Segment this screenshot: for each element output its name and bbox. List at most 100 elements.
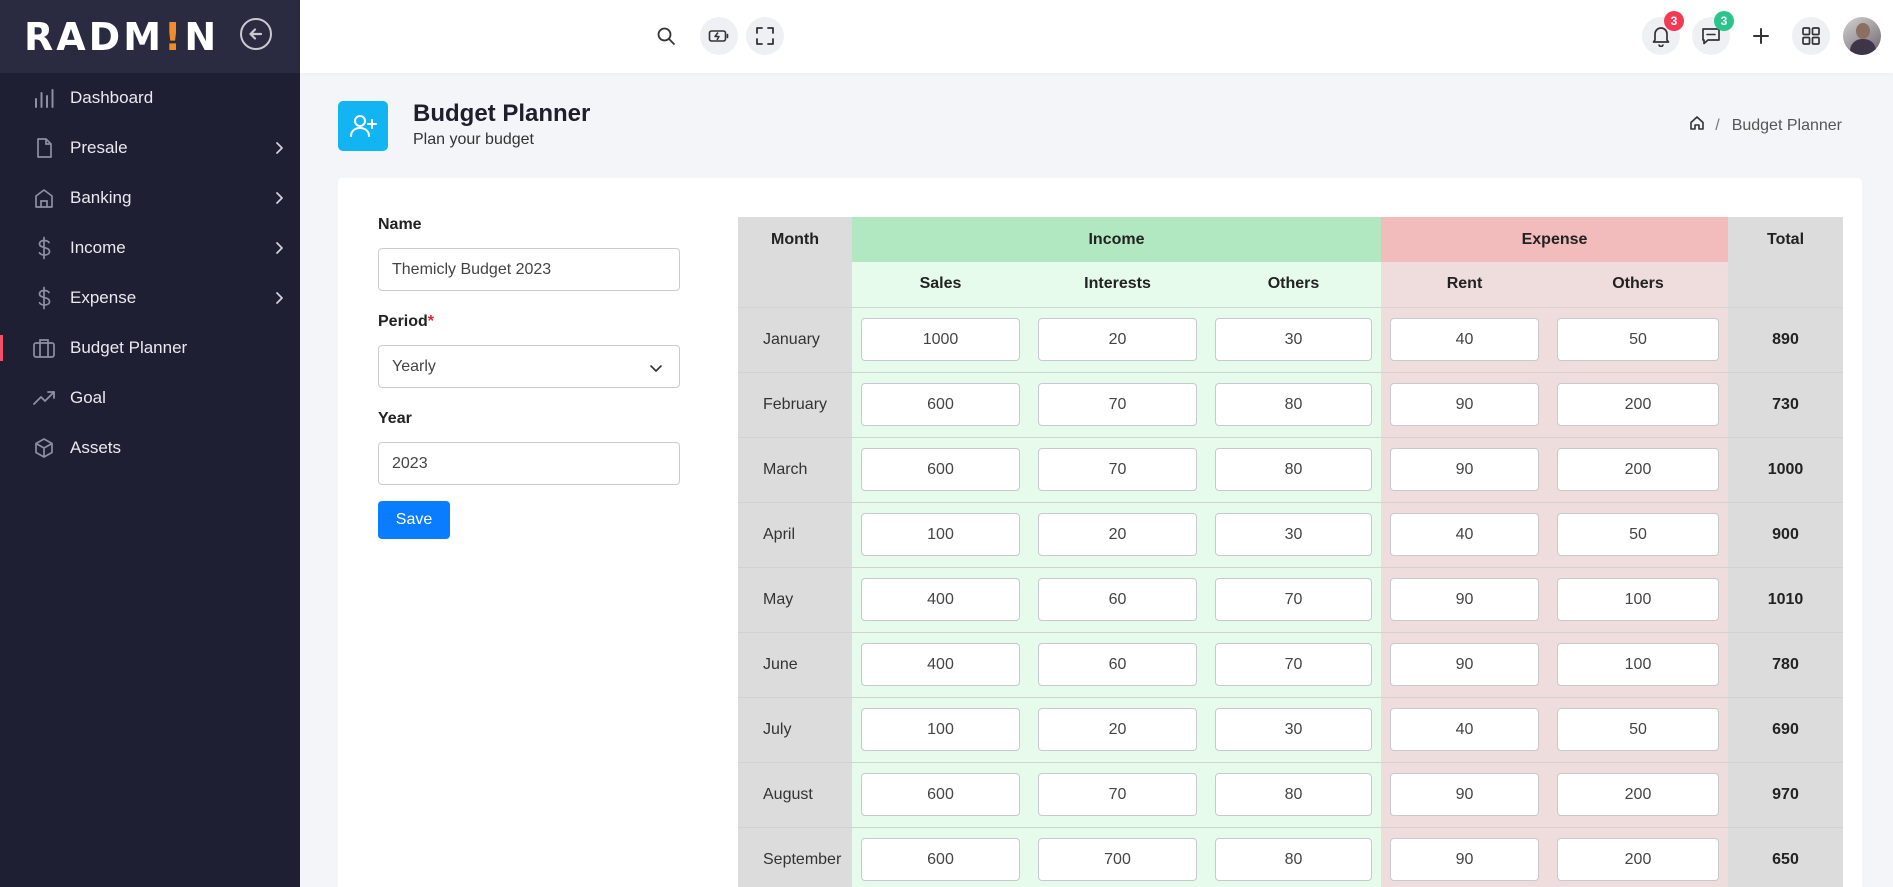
interests-input[interactable]: 70 — [1038, 773, 1197, 816]
rent-cell: 90 — [1381, 372, 1548, 438]
income-others-input[interactable]: 30 — [1215, 318, 1372, 361]
expense-others-input[interactable]: 100 — [1557, 643, 1719, 686]
sales-cell: 600 — [852, 762, 1029, 828]
interests-cell: 60 — [1029, 632, 1206, 698]
budget-table-body: January 1000 20 30 40 50 890 February 600 70 80 90 2… — [738, 307, 1843, 887]
sidebar-item-dashboard[interactable]: Dashboard — [0, 73, 300, 123]
budget-table: Month Income Expense Total Sales Interes… — [738, 217, 1843, 887]
rent-input[interactable]: 90 — [1390, 383, 1539, 426]
rent-input[interactable]: 90 — [1390, 578, 1539, 621]
income-others-input[interactable]: 30 — [1215, 513, 1372, 556]
period-label: Period* — [378, 313, 435, 330]
table-row: August 600 70 80 90 200 970 — [738, 762, 1843, 828]
income-others-input[interactable]: 80 — [1215, 838, 1372, 881]
income-others-input[interactable]: 80 — [1215, 383, 1372, 426]
sidebar-item-expense[interactable]: Expense — [0, 273, 300, 323]
income-others-input[interactable]: 70 — [1215, 643, 1372, 686]
expense-others-input[interactable]: 50 — [1557, 513, 1719, 556]
bar-chart-icon — [30, 84, 58, 112]
total-cell: 1010 — [1728, 567, 1843, 633]
year-input[interactable]: 2023 — [378, 442, 680, 485]
dollar-icon — [30, 234, 58, 262]
header-sales: Sales — [852, 262, 1029, 308]
messages-button[interactable]: 3 — [1692, 11, 1734, 55]
header-month-blank — [738, 262, 852, 308]
income-others-input[interactable]: 30 — [1215, 708, 1372, 751]
interests-input[interactable]: 700 — [1038, 838, 1197, 881]
expense-others-input[interactable]: 50 — [1557, 708, 1719, 751]
name-label: Name — [378, 216, 422, 233]
sales-input[interactable]: 100 — [861, 513, 1020, 556]
interests-input[interactable]: 20 — [1038, 513, 1197, 556]
battery-button[interactable] — [700, 17, 738, 55]
sidebar-item-assets[interactable]: Assets — [0, 423, 300, 473]
sales-input[interactable]: 100 — [861, 708, 1020, 751]
search-icon — [657, 27, 675, 45]
rent-input[interactable]: 90 — [1390, 448, 1539, 491]
sidebar-item-income[interactable]: Income — [0, 223, 300, 273]
interests-input[interactable]: 20 — [1038, 708, 1197, 751]
user-avatar[interactable] — [1843, 17, 1881, 55]
expense-others-input[interactable]: 200 — [1557, 773, 1719, 816]
sales-input[interactable]: 600 — [861, 838, 1020, 881]
income-others-input[interactable]: 80 — [1215, 773, 1372, 816]
sidebar-item-label: Banking — [70, 188, 132, 207]
rent-input[interactable]: 40 — [1390, 318, 1539, 361]
expense-others-input[interactable]: 50 — [1557, 318, 1719, 361]
interests-input[interactable]: 20 — [1038, 318, 1197, 361]
expense-others-input[interactable]: 200 — [1557, 383, 1719, 426]
income-others-input[interactable]: 70 — [1215, 578, 1372, 621]
sales-input[interactable]: 400 — [861, 578, 1020, 621]
sales-input[interactable]: 600 — [861, 448, 1020, 491]
table-row: July 100 20 30 40 50 690 — [738, 697, 1843, 763]
expense-others-cell: 50 — [1548, 502, 1728, 568]
sales-input[interactable]: 600 — [861, 773, 1020, 816]
total-cell: 690 — [1728, 697, 1843, 763]
expense-others-input[interactable]: 200 — [1557, 448, 1719, 491]
sidebar-item-presale[interactable]: Presale — [0, 123, 300, 173]
interests-input[interactable]: 60 — [1038, 578, 1197, 621]
sidebar-item-label: Assets — [70, 438, 122, 457]
sidebar-nav: Dashboard Presale Banking Income Expense Budg… — [0, 73, 300, 473]
sidebar-collapse-button[interactable] — [240, 18, 272, 50]
rent-input[interactable]: 90 — [1390, 643, 1539, 686]
sales-input[interactable]: 1000 — [861, 318, 1020, 361]
interests-input[interactable]: 70 — [1038, 448, 1197, 491]
rent-input[interactable]: 40 — [1390, 708, 1539, 751]
add-button[interactable] — [1742, 17, 1780, 55]
total-cell: 970 — [1728, 762, 1843, 828]
breadcrumb-current: Budget Planner — [1731, 116, 1842, 134]
required-marker: * — [427, 313, 435, 330]
period-select[interactable]: Yearly — [378, 345, 680, 388]
interests-input[interactable]: 60 — [1038, 643, 1197, 686]
rent-input[interactable]: 90 — [1390, 773, 1539, 816]
expense-others-input[interactable]: 200 — [1557, 838, 1719, 881]
income-others-input[interactable]: 80 — [1215, 448, 1372, 491]
save-button[interactable]: Save — [378, 501, 450, 539]
name-input[interactable]: Themicly Budget 2023 — [378, 248, 680, 291]
month-cell: January — [738, 307, 852, 373]
interests-cell: 70 — [1029, 372, 1206, 438]
month-cell: September — [738, 827, 852, 887]
fullscreen-button[interactable] — [746, 17, 784, 55]
notifications-button[interactable]: 3 — [1642, 11, 1684, 55]
sidebar-item-goal[interactable]: Goal — [0, 373, 300, 423]
sidebar-item-budget-planner[interactable]: Budget Planner — [0, 323, 300, 373]
sidebar-item-banking[interactable]: Banking — [0, 173, 300, 223]
interests-input[interactable]: 70 — [1038, 383, 1197, 426]
apps-button[interactable] — [1792, 17, 1830, 55]
avatar-body — [1850, 39, 1876, 55]
search-button[interactable] — [647, 17, 685, 55]
expense-others-cell: 100 — [1548, 567, 1728, 633]
year-label: Year — [378, 410, 412, 427]
expense-others-input[interactable]: 100 — [1557, 578, 1719, 621]
box-icon — [30, 434, 58, 462]
briefcase-icon — [30, 334, 58, 362]
rent-input[interactable]: 90 — [1390, 838, 1539, 881]
breadcrumb-home-link[interactable] — [1689, 115, 1705, 136]
sales-input[interactable]: 400 — [861, 643, 1020, 686]
name-input-value: Themicly Budget 2023 — [392, 260, 552, 278]
sales-input[interactable]: 600 — [861, 383, 1020, 426]
brand-logo[interactable]: RADM!N — [24, 15, 219, 59]
rent-input[interactable]: 40 — [1390, 513, 1539, 556]
